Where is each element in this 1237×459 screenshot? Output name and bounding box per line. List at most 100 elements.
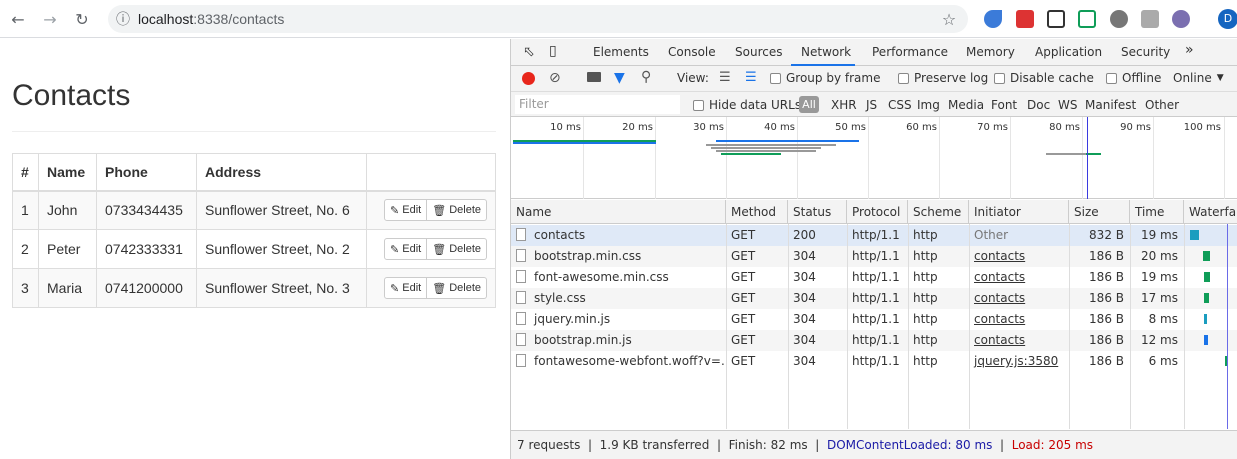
delete-label: Delete: [449, 243, 481, 255]
reload-icon[interactable]: ↻: [72, 9, 92, 29]
preserve-log-checkbox[interactable]: Preserve log: [898, 71, 988, 85]
group-by-frame-checkbox[interactable]: Group by frame: [770, 71, 880, 85]
edit-button[interactable]: ✎ Edit: [384, 238, 428, 260]
edit-button[interactable]: ✎ Edit: [384, 199, 428, 222]
clear-icon[interactable]: ⊘: [549, 70, 561, 86]
filter-ws[interactable]: WS: [1058, 98, 1077, 112]
request-cell-size: 186 B: [1089, 291, 1124, 305]
tab-network[interactable]: Network: [801, 45, 851, 59]
trash-icon: 🗑: [432, 204, 447, 217]
filter-icon[interactable]: ▼: [614, 70, 625, 86]
inspect-element-icon[interactable]: ⬁: [523, 44, 535, 60]
tab-application[interactable]: Application: [1035, 45, 1102, 59]
overview-gridline: [1082, 117, 1083, 199]
hide-data-urls-checkbox[interactable]: Hide data URLs: [693, 98, 801, 112]
col-header-waterfall[interactable]: Waterfall: [1184, 200, 1237, 224]
cell-id: 2: [12, 229, 39, 269]
request-cell-scheme: http: [913, 249, 938, 263]
request-row[interactable]: font-awesome.min.css GET 304 http/1.1 http co…: [511, 267, 1237, 288]
record-icon[interactable]: [522, 72, 535, 85]
request-name: bootstrap.min.js: [534, 333, 632, 347]
tab-memory[interactable]: Memory: [966, 45, 1015, 59]
filter-input[interactable]: Filter: [515, 95, 680, 114]
request-row[interactable]: bootstrap.min.css GET 304 http/1.1 http conta…: [511, 246, 1237, 267]
extension-search-icon[interactable]: [1110, 10, 1128, 28]
filter-all-button[interactable]: All: [799, 96, 819, 113]
request-cell-initiator[interactable]: contacts: [969, 288, 1069, 309]
cell-address: Sunflower Street, No. 6: [196, 190, 367, 230]
filter-css[interactable]: CSS: [888, 98, 912, 112]
disable-cache-checkbox[interactable]: Disable cache: [994, 71, 1094, 85]
offline-checkbox[interactable]: Offline: [1106, 71, 1161, 85]
filter-js[interactable]: JS: [866, 98, 877, 112]
network-overview: 10 ms 20 ms 30 ms 40 ms 50 ms 60 ms 70 m…: [511, 117, 1237, 199]
delete-label: Delete: [449, 204, 481, 217]
pencil-icon: ✎: [390, 282, 400, 295]
tab-sources[interactable]: Sources: [735, 45, 782, 59]
trash-icon: 🗑: [432, 243, 447, 256]
overview-tick-label: 50 ms: [835, 122, 866, 133]
tab-elements[interactable]: Elements: [593, 45, 649, 59]
request-cell-status: 304: [793, 291, 816, 305]
delete-button[interactable]: 🗑 Delete: [427, 238, 487, 260]
overview-tick-label: 30 ms: [693, 122, 724, 133]
edit-button[interactable]: ✎ Edit: [384, 277, 428, 299]
delete-button[interactable]: 🗑 Delete: [427, 199, 487, 222]
more-tabs-icon[interactable]: »: [1185, 42, 1194, 58]
request-cell-initiator[interactable]: contacts: [969, 330, 1069, 351]
request-cell-initiator[interactable]: contacts: [969, 267, 1069, 288]
col-header-protocol[interactable]: Protocol: [847, 200, 908, 224]
extension-dollar-icon[interactable]: [1078, 10, 1096, 28]
filter-img[interactable]: Img: [917, 98, 940, 112]
extension-wp-icon[interactable]: [1172, 10, 1190, 28]
profile-avatar[interactable]: D: [1218, 9, 1237, 29]
tab-security[interactable]: Security: [1121, 45, 1170, 59]
filter-xhr[interactable]: XHR: [831, 98, 857, 112]
table-row: 1 John 0733434435 Sunflower Street, No. …: [12, 190, 496, 230]
request-cell-initiator[interactable]: contacts: [969, 246, 1069, 267]
info-icon[interactable]: ⓘ: [113, 9, 133, 29]
waterfall-bar: [1190, 230, 1199, 240]
throttling-select[interactable]: Online ▼: [1173, 71, 1224, 85]
filter-other[interactable]: Other: [1145, 98, 1179, 112]
chevron-down-icon: ▼: [1216, 73, 1224, 83]
overview-gridline: [583, 117, 584, 199]
overview-icon[interactable]: ☰: [745, 70, 757, 85]
url-text[interactable]: localhost:8338/contacts: [138, 11, 284, 27]
request-cell-initiator[interactable]: jquery.js:3580: [969, 351, 1069, 372]
tab-performance[interactable]: Performance: [872, 45, 948, 59]
request-row[interactable]: style.css GET 304 http/1.1 http contacts 186 B…: [511, 288, 1237, 309]
col-header-size[interactable]: Size: [1069, 200, 1130, 224]
filter-media[interactable]: Media: [948, 98, 984, 112]
extension-shield-icon[interactable]: [1016, 10, 1034, 28]
filter-doc[interactable]: Doc: [1027, 98, 1050, 112]
back-icon[interactable]: ←: [8, 9, 28, 29]
col-header-status[interactable]: Status: [788, 200, 847, 224]
search-icon[interactable]: ⚲: [641, 69, 651, 85]
large-rows-icon[interactable]: ☰: [719, 70, 731, 85]
overview-bar: [716, 140, 859, 142]
col-header-name[interactable]: Name: [511, 200, 726, 224]
request-row[interactable]: jquery.min.js GET 304 http/1.1 http contacts 1…: [511, 309, 1237, 330]
forward-icon[interactable]: →: [40, 9, 60, 29]
extension-list-icon[interactable]: [1141, 10, 1159, 28]
col-header-time[interactable]: Time: [1130, 200, 1184, 224]
extension-eyedropper-icon[interactable]: [984, 10, 1002, 28]
screenshot-icon[interactable]: [587, 72, 601, 82]
bookmark-star-icon[interactable]: ☆: [939, 9, 959, 29]
request-cell-initiator[interactable]: contacts: [969, 309, 1069, 330]
request-name: fontawesome-webfont.woff?v=…: [534, 354, 726, 368]
col-header-initiator[interactable]: Initiator: [969, 200, 1069, 224]
delete-button[interactable]: 🗑 Delete: [427, 277, 487, 299]
device-toolbar-icon[interactable]: ▯: [549, 43, 557, 59]
tab-console[interactable]: Console: [668, 45, 716, 59]
filter-manifest[interactable]: Manifest: [1085, 98, 1136, 112]
request-row[interactable]: fontawesome-webfont.woff?v=… GET 304 http/1…: [511, 351, 1237, 372]
request-row[interactable]: contacts GET 200 http/1.1 http Other 832 B 19 m…: [511, 225, 1237, 246]
col-header-method[interactable]: Method: [726, 200, 788, 224]
col-header-scheme[interactable]: Scheme: [908, 200, 969, 224]
overview-bar: [711, 147, 821, 149]
filter-font[interactable]: Font: [991, 98, 1017, 112]
request-row[interactable]: bootstrap.min.js GET 304 http/1.1 http contac…: [511, 330, 1237, 351]
extension-tab-icon[interactable]: [1047, 10, 1065, 28]
